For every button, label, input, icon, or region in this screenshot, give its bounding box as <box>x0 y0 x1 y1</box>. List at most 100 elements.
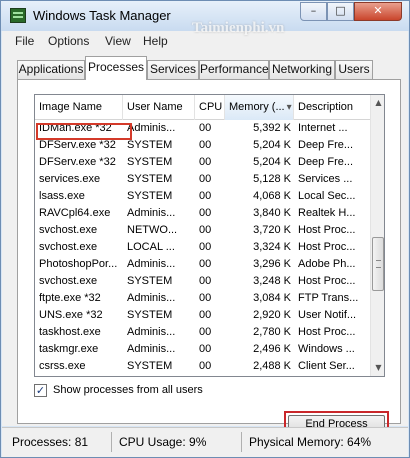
menu-help[interactable]: Help <box>143 34 168 48</box>
tab-processes[interactable]: Processes <box>85 56 147 80</box>
process-cpu: 00 <box>199 258 212 270</box>
status-physical-memory: Physical Memory: 64% <box>249 435 372 449</box>
process-memory: 3,084 K <box>253 292 291 304</box>
process-description: Host Proc... <box>298 241 356 253</box>
column-memory[interactable]: Memory (... ▾ <box>225 95 294 120</box>
tab-users[interactable]: Users <box>335 60 373 79</box>
column-cpu[interactable]: CPU <box>195 95 225 120</box>
table-row[interactable]: IDMan.exe *32 Adminis... 00 5,392 K Internet… <box>35 120 370 137</box>
process-user-name: SYSTEM <box>127 156 173 168</box>
process-user-name: Adminis... <box>127 207 176 219</box>
tab-networking[interactable]: Networking <box>269 60 335 79</box>
client-area: Applications Processes Services Performa… <box>2 20 408 450</box>
process-description: Host Proc... <box>298 224 356 236</box>
process-description: Windows ... <box>298 343 355 355</box>
task-manager-app-icon <box>10 8 26 23</box>
process-memory: 3,324 K <box>253 241 291 253</box>
column-label: User Name <box>127 101 183 113</box>
scroll-thumb[interactable] <box>372 237 384 291</box>
process-memory: 3,248 K <box>253 275 291 287</box>
scroll-up-icon[interactable]: ▲ <box>371 95 384 111</box>
table-row[interactable]: taskmgr.exe Adminis... 00 2,496 K Windows ..… <box>35 341 370 358</box>
process-memory: 3,840 K <box>253 207 291 219</box>
maximize-button[interactable]: □ <box>327 2 354 21</box>
process-memory: 3,720 K <box>253 224 291 236</box>
process-cpu: 00 <box>199 207 212 219</box>
tab-applications[interactable]: Applications <box>17 60 85 79</box>
process-description: Adobe Ph... <box>298 258 356 270</box>
sort-descending-icon: ▾ <box>286 102 292 113</box>
process-image-name: csrss.exe <box>39 360 86 372</box>
process-cpu: 00 <box>199 343 212 355</box>
process-memory: 2,780 K <box>253 326 291 338</box>
table-row[interactable]: UNS.exe *32 SYSTEM 00 2,920 K User Notif... <box>35 307 370 324</box>
vertical-scrollbar[interactable]: ▲ ▼ <box>370 95 384 376</box>
process-description: Deep Fre... <box>298 156 354 168</box>
process-user-name: Adminis... <box>127 326 176 338</box>
column-user-name[interactable]: User Name <box>123 95 195 120</box>
process-cpu: 00 <box>199 122 212 134</box>
process-cpu: 00 <box>199 173 212 185</box>
column-image-name[interactable]: Image Name <box>35 95 123 120</box>
table-row[interactable]: DFServ.exe *32 SYSTEM 00 5,204 K Deep Fre... <box>35 154 370 171</box>
process-memory: 5,204 K <box>253 139 291 151</box>
menu-file[interactable]: File <box>15 34 34 48</box>
table-row[interactable]: svchost.exe NETWO... 00 3,720 K Host Proc... <box>35 222 370 239</box>
process-list[interactable]: Image Name User Name CPU Memory (... ▾ De… <box>34 94 385 377</box>
process-description: User Notif... <box>298 309 357 321</box>
process-image-name: svchost.exe <box>39 241 98 253</box>
process-memory: 5,204 K <box>253 156 291 168</box>
table-row[interactable]: lsass.exe SYSTEM 00 4,068 K Local Sec... <box>35 188 370 205</box>
process-image-name: IDMan.exe *32 <box>39 122 112 134</box>
process-rows: IDMan.exe *32 Adminis... 00 5,392 K Internet… <box>35 120 370 375</box>
menu-options[interactable]: Options <box>48 34 89 48</box>
process-description: Host Proc... <box>298 275 356 287</box>
process-cpu: 00 <box>199 241 212 253</box>
processes-panel: Image Name User Name CPU Memory (... ▾ De… <box>17 79 401 450</box>
column-label: Memory (... <box>229 101 285 113</box>
column-description[interactable]: Description <box>294 95 370 120</box>
menu-view[interactable]: View <box>105 34 131 48</box>
process-description: Client Ser... <box>298 360 355 372</box>
column-label: CPU <box>199 101 223 113</box>
column-header: Image Name User Name CPU Memory (... ▾ De… <box>35 95 370 120</box>
table-row[interactable]: DFServ.exe *32 SYSTEM 00 5,204 K Deep Fre... <box>35 137 370 154</box>
status-bar: Processes: 81 CPU Usage: 9% Physical Mem… <box>2 427 408 457</box>
process-cpu: 00 <box>199 275 212 287</box>
table-row[interactable]: ftpte.exe *32 Adminis... 00 3,084 K FTP Tran… <box>35 290 370 307</box>
process-image-name: services.exe <box>39 173 101 185</box>
process-cpu: 00 <box>199 292 212 304</box>
process-user-name: SYSTEM <box>127 173 173 185</box>
table-row[interactable]: PhotoshopPor... Adminis... 00 3,296 K Adobe … <box>35 256 370 273</box>
table-row[interactable]: RAVCpl64.exe Adminis... 00 3,840 K Realtek H… <box>35 205 370 222</box>
tab-performance[interactable]: Performance <box>199 60 269 79</box>
process-memory: 5,128 K <box>253 173 291 185</box>
table-row[interactable]: csrss.exe SYSTEM 00 2,488 K Client Ser... <box>35 358 370 375</box>
process-user-name: Adminis... <box>127 343 176 355</box>
process-image-name: ftpte.exe *32 <box>39 292 101 304</box>
process-memory: 2,496 K <box>253 343 291 355</box>
process-memory: 4,068 K <box>253 190 291 202</box>
column-label: Image Name <box>39 101 102 113</box>
minimize-button[interactable]: – <box>300 2 327 21</box>
process-description: Host Proc... <box>298 326 356 338</box>
process-user-name: SYSTEM <box>127 309 173 321</box>
process-cpu: 00 <box>199 360 212 372</box>
process-description: Internet ... <box>298 122 348 134</box>
process-image-name: RAVCpl64.exe <box>39 207 111 219</box>
title-bar[interactable]: Windows Task Manager – □ ✕ <box>1 1 409 31</box>
table-row[interactable]: services.exe SYSTEM 00 5,128 K Services ... <box>35 171 370 188</box>
task-manager-window: Windows Task Manager – □ ✕ File Options … <box>0 0 410 458</box>
scroll-down-icon[interactable]: ▼ <box>371 360 384 376</box>
process-image-name: DFServ.exe *32 <box>39 156 116 168</box>
table-row[interactable]: svchost.exe LOCAL ... 00 3,324 K Host Proc..… <box>35 239 370 256</box>
process-cpu: 00 <box>199 326 212 338</box>
table-row[interactable]: svchost.exe SYSTEM 00 3,248 K Host Proc... <box>35 273 370 290</box>
process-memory: 3,296 K <box>253 258 291 270</box>
close-button[interactable]: ✕ <box>354 2 402 21</box>
show-all-users-checkbox[interactable]: ✓ <box>34 384 47 397</box>
tab-services[interactable]: Services <box>147 60 199 79</box>
process-user-name: SYSTEM <box>127 139 173 151</box>
process-image-name: UNS.exe *32 <box>39 309 103 321</box>
table-row[interactable]: taskhost.exe Adminis... 00 2,780 K Host Proc… <box>35 324 370 341</box>
